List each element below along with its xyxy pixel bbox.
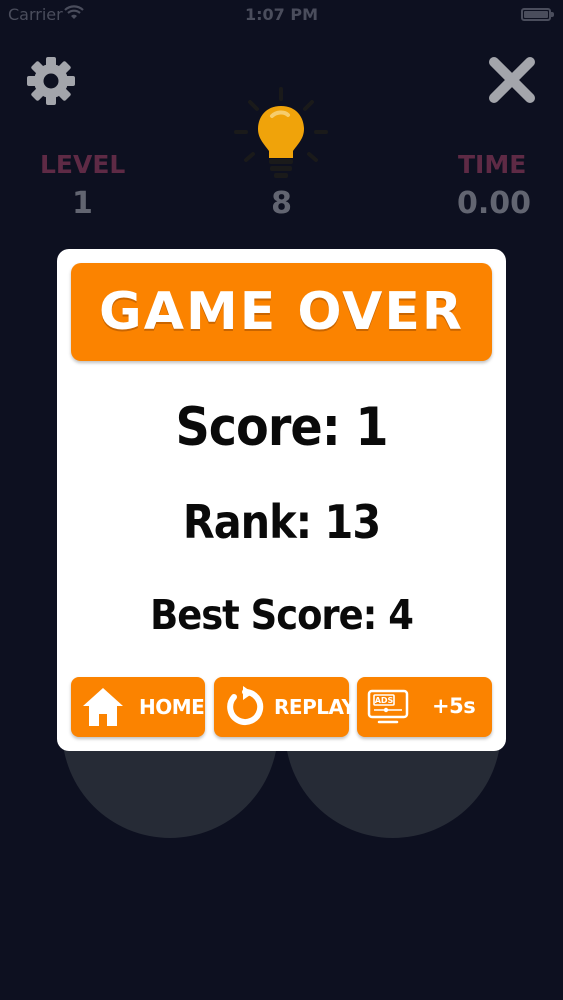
rank-text: Rank: 13 xyxy=(182,495,381,549)
level-label: LEVEL xyxy=(40,150,126,179)
game-over-dialog: GAME OVER Score: 1 Rank: 13 Best Score: … xyxy=(57,249,506,751)
settings-gear-icon[interactable] xyxy=(26,56,76,106)
time-label: TIME xyxy=(458,150,527,179)
ads-bonus-label: +5s xyxy=(432,694,476,718)
home-icon xyxy=(83,688,123,726)
status-bar: Carrier 1:07 PM xyxy=(0,0,563,30)
close-icon[interactable] xyxy=(486,54,538,106)
ads-icon-text: ADS xyxy=(375,696,394,705)
game-screen: Carrier 1:07 PM LEVEL 1 8 TIME 0.00 GAME… xyxy=(0,0,563,1000)
ads-tv-icon: ADS xyxy=(367,689,409,724)
replay-label: REPLAY xyxy=(274,695,356,719)
replay-icon xyxy=(227,686,264,725)
score-text: Score: 1 xyxy=(175,397,388,458)
status-time: 1:07 PM xyxy=(244,5,318,24)
game-over-title: GAME OVER xyxy=(99,282,464,342)
battery-icon xyxy=(521,8,554,21)
replay-button[interactable]: REPLAY xyxy=(214,677,356,737)
best-score-text: Best Score: 4 xyxy=(150,591,414,639)
time-value: 0.00 xyxy=(457,186,532,221)
home-label: HOME xyxy=(139,695,205,719)
watch-ad-bonus-button[interactable]: ADS +5s xyxy=(357,677,492,737)
title-banner: GAME OVER xyxy=(71,263,492,361)
lightbulb-icon xyxy=(234,87,328,178)
home-button[interactable]: HOME xyxy=(71,677,205,737)
